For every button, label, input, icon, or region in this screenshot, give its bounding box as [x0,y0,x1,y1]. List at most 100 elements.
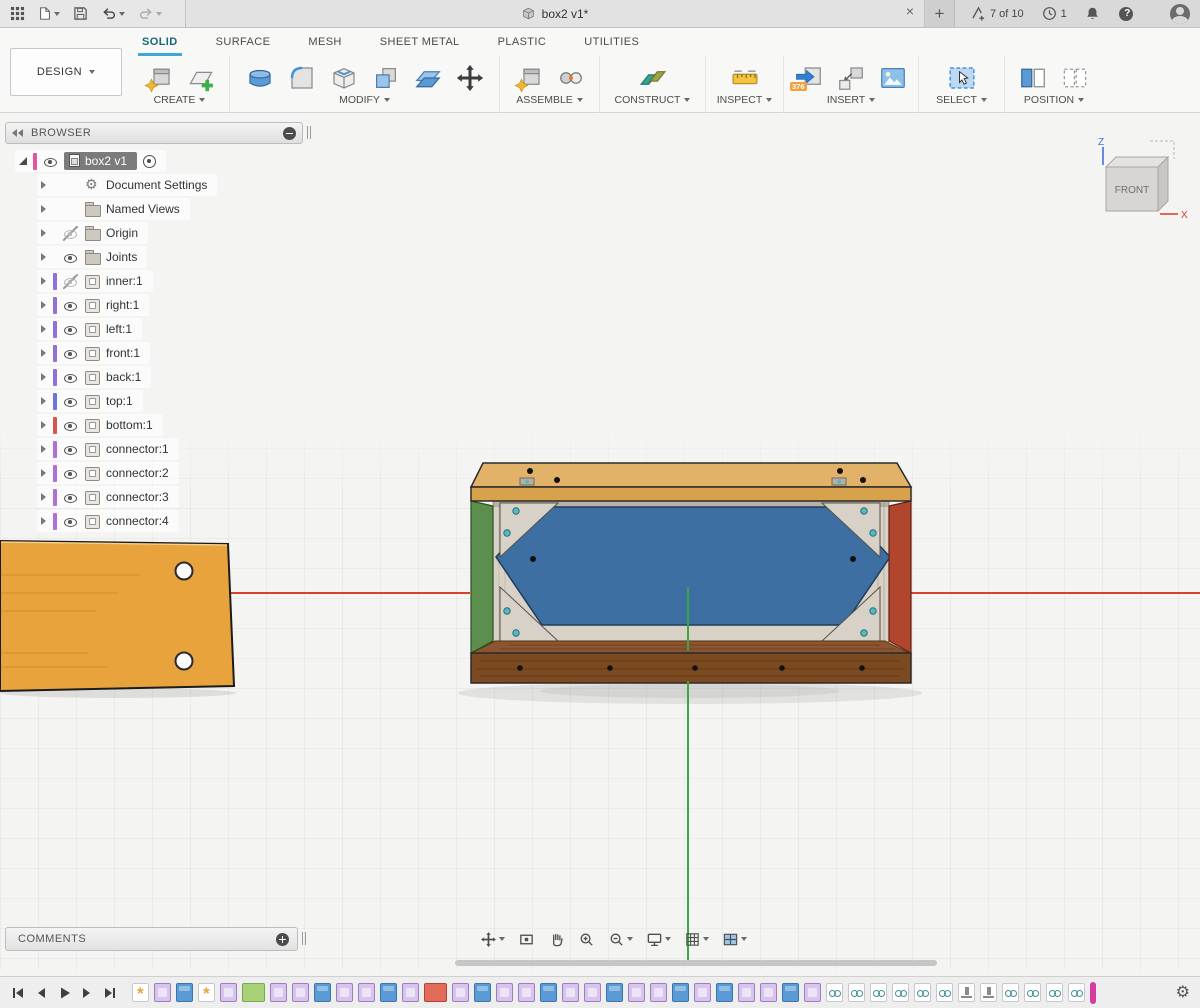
timeline-feature[interactable] [606,983,623,1002]
browser-item[interactable]: Joints [37,246,147,268]
right-panel-red-edge[interactable] [889,501,911,653]
orbit-tool[interactable] [478,929,507,950]
timeline-feature[interactable] [242,983,265,1002]
timeline-feature[interactable] [424,983,447,1002]
timeline-feature[interactable] [892,983,909,1002]
viewcube-front-face-label[interactable]: FRONT [1115,185,1149,196]
visibility-eye-icon[interactable] [63,514,78,529]
browser-item[interactable]: connector:3 [37,486,179,508]
ribbon-tab[interactable]: SURFACE [214,30,273,56]
expand-arrow-icon[interactable] [41,253,47,261]
play-button[interactable] [56,985,72,1001]
expand-arrow-icon[interactable] [41,205,47,213]
timeline-feature[interactable] [358,983,375,1002]
timeline-feature[interactable] [220,983,237,1002]
comments-drag-grip[interactable] [302,932,306,945]
browser-item[interactable]: Document Settings [37,174,217,196]
undo-icon[interactable] [101,6,125,21]
inspect-dropdown[interactable]: INSPECT [716,94,773,108]
browser-item[interactable]: right:1 [37,294,149,316]
modify-dropdown[interactable]: MODIFY [240,94,489,108]
timeline-feature[interactable] [914,983,931,1002]
visibility-eye-icon[interactable] [63,298,78,313]
timeline-feature[interactable] [540,983,557,1002]
orange-panel-component[interactable] [0,535,240,700]
expand-arrow-icon[interactable] [41,301,47,309]
notifications-bell[interactable] [1085,6,1100,21]
combine-icon[interactable] [371,63,401,93]
visibility-eye-icon[interactable] [63,322,78,337]
browser-drag-grip[interactable] [307,126,311,139]
timeline-feature[interactable] [584,983,601,1002]
grid-settings[interactable] [682,929,711,950]
browser-collapse-button[interactable] [283,127,296,140]
user-avatar[interactable] [1170,4,1190,24]
timeline-feature[interactable] [154,983,171,1002]
collapse-panel-icon[interactable] [12,129,23,137]
expand-arrow-icon[interactable] [41,373,47,381]
ribbon-tab[interactable]: SOLID [140,30,180,56]
select-tool-icon[interactable] [947,63,977,93]
timeline-feature[interactable] [804,983,821,1002]
skip-to-end-button[interactable] [102,985,118,1001]
timeline-feature[interactable] [176,983,193,1002]
browser-item[interactable]: bottom:1 [37,414,163,436]
timeline-feature[interactable] [292,983,309,1002]
offset-face-icon[interactable] [413,63,443,93]
expand-arrow-icon[interactable] [41,445,47,453]
expand-arrow-icon[interactable] [41,469,47,477]
visibility-eye-icon[interactable] [63,490,78,505]
timeline-feature[interactable] [1090,982,1096,1004]
browser-item[interactable]: Named Views [37,198,190,220]
timeline-scrollbar[interactable] [455,960,937,966]
new-component-icon[interactable] [144,63,174,93]
timeline-feature[interactable] [826,983,843,1002]
bottom-panel[interactable] [471,653,911,683]
viewcube[interactable]: FRONT Z X [1090,135,1190,230]
timeline-feature[interactable] [672,983,689,1002]
browser-item[interactable]: front:1 [37,342,150,364]
skip-to-start-button[interactable] [10,985,26,1001]
save-icon[interactable] [73,6,88,21]
ribbon-tab[interactable]: UTILITIES [582,30,641,56]
box-assembly-model[interactable] [450,445,930,715]
help-button[interactable]: ? [1118,6,1131,22]
expand-arrow-icon[interactable] [41,277,47,285]
expand-arrow-icon[interactable] [41,181,47,189]
pan-tool[interactable] [546,929,567,950]
timeline-feature[interactable] [694,983,711,1002]
timeline-feature[interactable] [848,983,865,1002]
expand-arrow-icon[interactable] [41,421,47,429]
shell-icon[interactable] [329,63,359,93]
create-sketch-icon[interactable] [186,63,216,93]
look-at-tool[interactable] [516,929,537,950]
new-tab-button[interactable]: + [925,0,955,27]
timeline-feature[interactable] [1046,983,1063,1002]
fillet-icon[interactable] [287,63,317,93]
timeline-feature[interactable] [562,983,579,1002]
step-forward-button[interactable] [79,985,95,1001]
insert-derive-icon[interactable] [836,63,866,93]
browser-item[interactable]: Origin [37,222,148,244]
expand-arrow-icon[interactable] [41,493,47,501]
insert-mcmaster-icon[interactable]: 376 [794,63,824,93]
visibility-eye-icon[interactable] [63,442,78,457]
expand-arrow-icon[interactable] [41,397,47,405]
timeline-feature[interactable] [132,983,149,1002]
timeline-feature[interactable] [270,983,287,1002]
browser-item[interactable]: connector:4 [37,510,179,532]
timeline-settings-gear-icon[interactable]: ⚙ [1176,985,1190,1001]
timeline-feature[interactable] [782,983,799,1002]
press-pull-icon[interactable] [245,63,275,93]
ribbon-tab[interactable]: SHEET METAL [378,30,462,56]
move-copy-icon[interactable] [455,63,485,93]
timeline-feature[interactable] [198,983,215,1002]
timeline-feature[interactable] [452,983,469,1002]
timeline-feature[interactable] [980,983,997,1002]
create-dropdown[interactable]: CREATE [140,94,219,108]
browser-item[interactable]: inner:1 [37,270,153,292]
ribbon-tab[interactable]: PLASTIC [496,30,549,56]
close-tab-icon[interactable]: × [906,4,914,18]
timeline-feature[interactable] [628,983,645,1002]
timeline-feature[interactable] [496,983,513,1002]
